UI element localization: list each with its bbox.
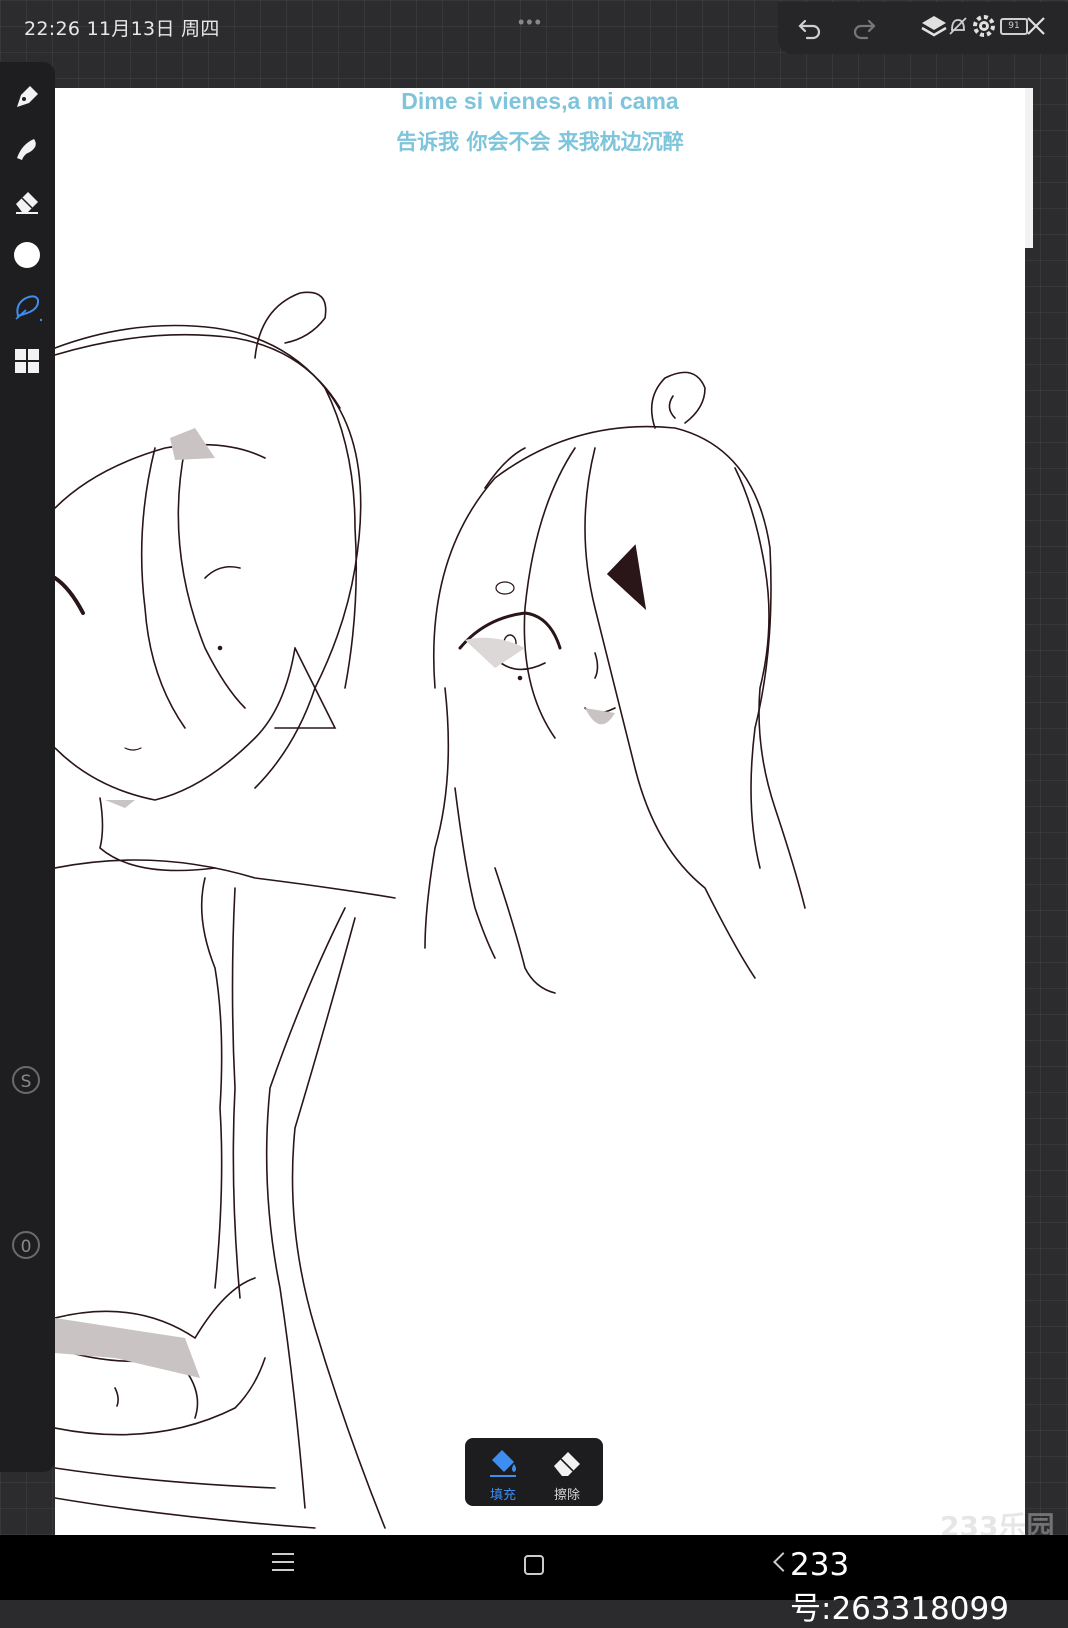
side-button-zero[interactable]: 0 <box>12 1231 40 1259</box>
undo-icon[interactable] <box>796 12 824 40</box>
fill-erase-popup: 填充 擦除 <box>465 1438 603 1506</box>
eraser-icon <box>554 1452 580 1476</box>
eraser-tool-icon[interactable] <box>12 186 42 216</box>
canvas-edge <box>1025 88 1033 248</box>
status-time-date: 22:26 11月13日 周四 <box>24 18 220 40</box>
redo-icon[interactable] <box>850 12 878 40</box>
smudge-tool-icon[interactable] <box>12 134 42 164</box>
close-icon[interactable] <box>1022 12 1050 40</box>
layers-grid-icon[interactable] <box>12 346 42 376</box>
menu-icon[interactable] <box>272 1553 294 1577</box>
more-dots-icon[interactable]: ••• <box>518 12 543 33</box>
left-tool-panel <box>0 62 55 1472</box>
selection-lasso-icon[interactable] <box>12 292 42 322</box>
fill-button[interactable]: 填充 <box>473 1444 533 1504</box>
erase-button[interactable]: 擦除 <box>537 1444 597 1504</box>
sketch-artwork <box>55 291 806 1529</box>
system-nav-bar: 233号:263318099 <box>0 1535 1068 1627</box>
user-id-overlay: 233号:263318099 <box>790 1547 1009 1627</box>
settings-gear-icon[interactable] <box>970 12 998 40</box>
home-icon[interactable] <box>524 1555 544 1575</box>
drawing-canvas[interactable]: Dime si vienes,a mi cama 告诉我 你会不会 来我枕边沉醉 <box>55 88 1025 1535</box>
fill-label: 填充 <box>489 1487 516 1502</box>
brush-tool-icon[interactable] <box>12 82 42 112</box>
fill-bucket-icon <box>490 1450 516 1477</box>
color-picker-icon[interactable] <box>12 240 42 270</box>
notification-mute-icon <box>949 17 967 35</box>
erase-label: 擦除 <box>553 1487 580 1502</box>
side-button-s[interactable]: S <box>12 1066 40 1094</box>
lyric-line-chinese: 告诉我 你会不会 来我枕边沉醉 <box>396 130 684 154</box>
lyric-line-spanish: Dime si vienes,a mi cama <box>401 88 679 114</box>
